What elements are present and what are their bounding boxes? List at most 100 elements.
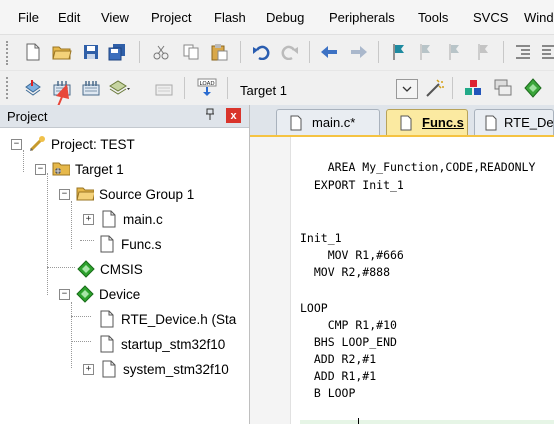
manage-components-icon[interactable]: [462, 77, 484, 99]
folder-icon: [76, 185, 94, 203]
batch-build-icon[interactable]: [108, 77, 130, 99]
project-panel-title: Project: [7, 109, 48, 124]
tree-item-startup[interactable]: startup_stm32f10: [98, 333, 225, 355]
tree-item-label: Source Group 1: [99, 186, 195, 202]
green-diamond-icon: [77, 260, 95, 278]
code-line: AREA My_Function,CODE,READONLY: [300, 160, 536, 174]
tree-item-system[interactable]: + system_stm32f10: [83, 358, 229, 380]
file-toolbar: [0, 34, 554, 71]
menu-flash[interactable]: Flash: [214, 10, 246, 25]
undo-icon[interactable]: [250, 41, 272, 63]
menu-view[interactable]: View: [101, 10, 129, 25]
tree-item-source-group[interactable]: − Source Group 1: [59, 183, 194, 205]
project-panel-header: Project x: [0, 105, 249, 128]
collapse-toggle[interactable]: −: [11, 138, 22, 150]
redo-icon[interactable]: [279, 41, 301, 63]
file-icon: [98, 235, 116, 253]
project-icon: [28, 135, 46, 153]
collapse-toggle[interactable]: −: [35, 163, 46, 175]
download-load-icon[interactable]: LOAD: [196, 77, 218, 99]
collapse-toggle[interactable]: −: [59, 188, 70, 200]
tab-label: Func.s: [422, 115, 464, 130]
expand-toggle[interactable]: +: [83, 363, 94, 375]
file-icon: [98, 335, 116, 353]
target-folder-icon: [52, 160, 70, 178]
file-icon: [287, 114, 305, 132]
menu-bar: File Edit View Project Flash Debug Perip…: [0, 0, 554, 34]
tree-item-label: RTE_Device.h (Sta: [121, 311, 237, 327]
code-line: MOV R2,#888: [300, 265, 391, 279]
menu-svcs[interactable]: SVCS: [473, 10, 508, 25]
tree-item-label: CMSIS: [100, 261, 143, 277]
code-line: EXPORT Init_1: [300, 178, 404, 192]
tab-rte-device[interactable]: RTE_De: [474, 109, 554, 135]
next-bookmark-icon[interactable]: [444, 41, 466, 63]
tree-item-rte-device[interactable]: RTE_Device.h (Sta: [98, 308, 236, 330]
svg-text:LOAD: LOAD: [200, 81, 215, 87]
expand-toggle[interactable]: +: [83, 213, 94, 225]
tab-func-s[interactable]: Func.s: [386, 109, 468, 135]
multi-project-icon[interactable]: [492, 77, 514, 99]
tree-item-main-c[interactable]: + main.c: [83, 208, 163, 230]
copy-icon[interactable]: [180, 41, 202, 63]
tab-main-c[interactable]: main.c*: [276, 109, 380, 135]
menu-edit[interactable]: Edit: [58, 10, 80, 25]
tree-item-func-s[interactable]: Func.s: [98, 233, 162, 255]
code-line: B LOOP: [300, 386, 356, 400]
menu-project[interactable]: Project: [151, 10, 191, 25]
collapse-toggle[interactable]: −: [59, 288, 70, 300]
indent-icon[interactable]: [512, 41, 534, 63]
menu-peripherals[interactable]: Peripherals: [329, 10, 395, 25]
tree-item-label: Project: TEST: [51, 136, 135, 152]
toolbar-grip[interactable]: [6, 77, 11, 99]
cut-icon[interactable]: [150, 41, 172, 63]
prev-bookmark-icon[interactable]: [415, 41, 437, 63]
toolbar-grip[interactable]: [6, 41, 11, 65]
tree-item-device[interactable]: − Device: [59, 283, 140, 305]
rebuild-icon[interactable]: [80, 77, 102, 99]
new-file-icon[interactable]: [22, 41, 44, 63]
code-line: LOOP: [300, 301, 328, 315]
code-line: ADD R2,#1: [300, 352, 377, 366]
editor-tabstrip: main.c* Func.s RTE_De: [250, 105, 554, 137]
file-icon: [100, 360, 118, 378]
build-toolbar: LOAD Target 1: [0, 70, 554, 105]
tree-item-label: Device: [99, 286, 141, 302]
menu-debug[interactable]: Debug: [266, 10, 304, 25]
tree-item-label: startup_stm32f10: [121, 336, 226, 352]
file-icon: [397, 114, 415, 132]
save-all-icon[interactable]: [106, 41, 128, 63]
target-dropdown-button[interactable]: [396, 79, 418, 99]
stop-build-icon[interactable]: [153, 77, 175, 99]
open-folder-icon[interactable]: [51, 41, 73, 63]
editor-area: main.c* Func.s RTE_De AREA My_Function,C…: [250, 105, 554, 424]
tree-item-label: system_stm32f10: [123, 361, 229, 377]
file-icon: [100, 210, 118, 228]
tree-item-project[interactable]: − Project: TEST: [11, 133, 135, 155]
line-gutter: [250, 137, 291, 424]
pack-installer-icon[interactable]: [522, 77, 544, 99]
save-icon[interactable]: [80, 41, 102, 63]
pin-icon[interactable]: [205, 108, 215, 123]
menu-tools[interactable]: Tools: [418, 10, 448, 25]
code-line: BHS LOOP_END: [300, 335, 397, 349]
unindent-icon[interactable]: [538, 41, 554, 63]
chevron-down-icon: [402, 86, 412, 92]
clear-bookmarks-icon[interactable]: [473, 41, 495, 63]
menu-window[interactable]: Wind: [524, 10, 554, 25]
menu-file[interactable]: File: [18, 10, 39, 25]
navigate-forward-icon[interactable]: [348, 41, 370, 63]
bookmark-icon[interactable]: [388, 41, 410, 63]
current-line-highlight: [300, 420, 554, 424]
paste-icon[interactable]: [208, 41, 230, 63]
project-panel: Project x − Project: TEST − Target 1 − S…: [0, 105, 250, 424]
code-line: CMP R1,#10: [300, 318, 397, 332]
code-line: MOV R1,#666: [300, 248, 404, 262]
target-options-icon[interactable]: [424, 77, 446, 99]
tree-item-cmsis[interactable]: CMSIS: [77, 258, 143, 280]
close-icon[interactable]: x: [226, 108, 241, 123]
tree-item-target[interactable]: − Target 1: [35, 158, 124, 180]
navigate-back-icon[interactable]: [318, 41, 340, 63]
tree-item-label: Func.s: [121, 236, 162, 252]
tab-label: main.c*: [312, 115, 356, 130]
